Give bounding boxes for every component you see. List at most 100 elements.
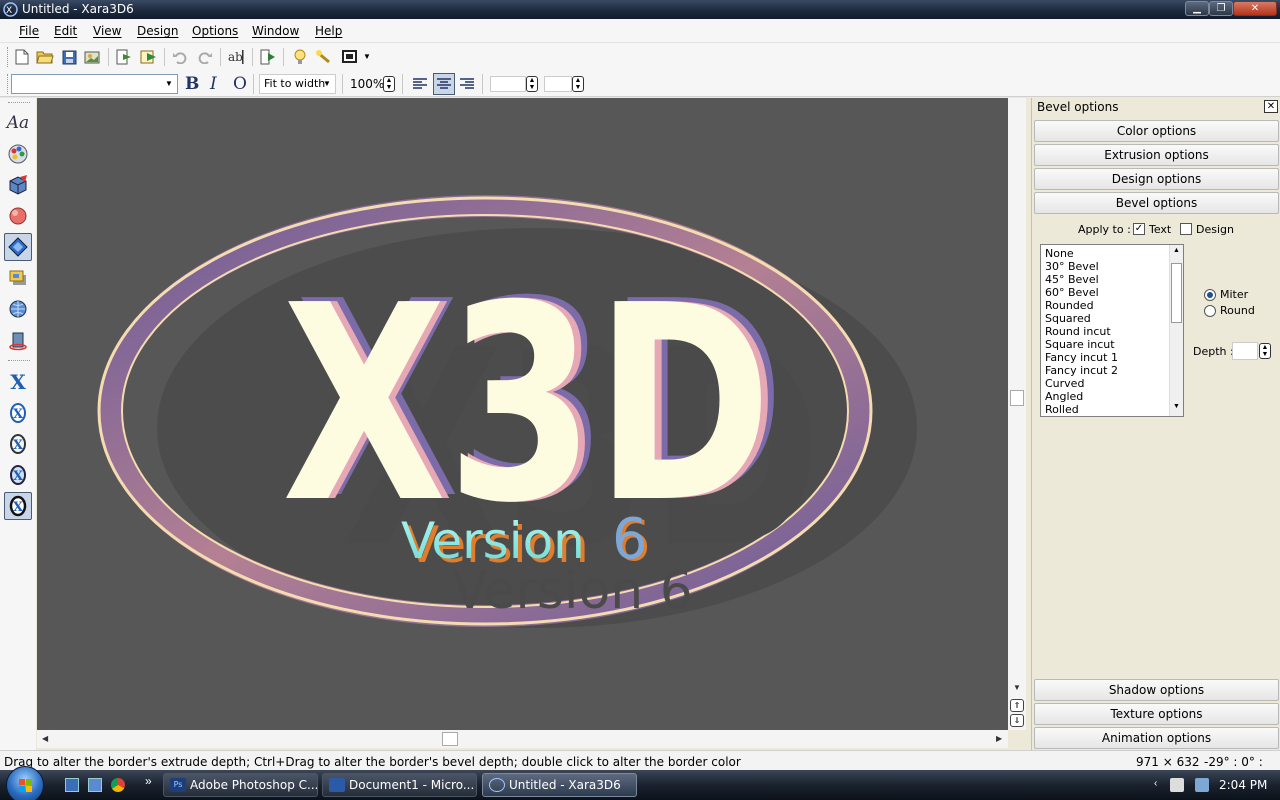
start-button[interactable] [6, 766, 44, 800]
scroll-right-arrow[interactable]: ▶ [996, 734, 1002, 743]
bevel-type-item[interactable]: Round incut [1045, 325, 1111, 338]
border-style-circle-x-icon[interactable]: X [4, 399, 32, 427]
bevel-list-scroll-thumb[interactable] [1171, 263, 1182, 323]
switch-windows-icon[interactable] [88, 778, 102, 792]
texture-sphere-icon[interactable] [4, 295, 32, 323]
menu-design[interactable]: Design [137, 24, 178, 38]
save-icon[interactable] [59, 47, 79, 67]
export-web-icon[interactable] [139, 47, 159, 67]
bevel-type-item[interactable]: 60° Bevel [1045, 286, 1099, 299]
color-options-button[interactable]: Color options [1034, 120, 1279, 142]
bevel-options-button[interactable]: Bevel options [1034, 192, 1279, 214]
bevel-type-item[interactable]: None [1045, 247, 1074, 260]
show-desktop-icon[interactable] [65, 778, 79, 792]
text-options-icon[interactable]: Aa [4, 109, 32, 137]
bevel-type-item[interactable]: 45° Bevel [1045, 273, 1099, 286]
shadow-options-icon[interactable] [4, 264, 32, 292]
scroll-down-arrow[interactable]: ▼ [1013, 683, 1021, 692]
italic-button[interactable]: I [210, 74, 217, 94]
frame-icon[interactable] [340, 47, 360, 67]
zoom-spinner[interactable]: ▲ ▼ [383, 76, 395, 92]
canvas-3d-view[interactable]: X3D X3D X3D X3D Version 6 Version Versio… [37, 98, 1008, 730]
depth-input[interactable] [1232, 342, 1258, 360]
page-up-icon[interactable]: ⇑ [1010, 699, 1024, 712]
taskbar-overflow[interactable]: » [145, 774, 152, 788]
extrusion-options-button[interactable]: Extrusion options [1034, 144, 1279, 166]
bevel-list-scrollbar[interactable]: ▲ ▼ [1169, 245, 1183, 416]
undo-icon[interactable] [170, 47, 190, 67]
align-center-icon[interactable] [433, 73, 455, 95]
line-spacing-spinner[interactable]: ▲ ▼ [572, 76, 584, 92]
design-options-button[interactable]: Design options [1034, 168, 1279, 190]
bevel-type-list[interactable]: None 30° Bevel 45° Bevel 60° Bevel Round… [1040, 244, 1184, 417]
zoom-percent[interactable]: 100% [350, 77, 384, 91]
network-icon[interactable] [1195, 778, 1209, 792]
open-folder-icon[interactable] [35, 47, 55, 67]
outline-button[interactable]: O [233, 74, 247, 94]
panel-close-icon[interactable]: ✕ [1264, 100, 1278, 113]
character-spacing-input[interactable] [490, 76, 526, 92]
page-down-icon[interactable]: ⇓ [1010, 714, 1024, 727]
maximize-button[interactable]: ❐ [1209, 1, 1233, 16]
animation-options-icon[interactable] [4, 326, 32, 354]
bevel-options-icon[interactable] [4, 233, 32, 261]
vertical-scrollbar[interactable]: ▼ ⇑ ⇓ [1008, 98, 1026, 730]
font-select[interactable]: ▼ [11, 74, 178, 94]
tray-app-icon[interactable] [1170, 778, 1184, 792]
animation-options-button[interactable]: Animation options [1034, 727, 1279, 749]
menu-edit[interactable]: Edit [54, 24, 77, 38]
new-document-icon[interactable] [12, 47, 32, 67]
bevel-type-item[interactable]: Rolled [1045, 403, 1079, 416]
apply-design-checkbox[interactable] [1180, 223, 1192, 235]
horizontal-scroll-thumb[interactable] [442, 732, 458, 746]
color-palette-icon[interactable] [4, 140, 32, 168]
bevel-type-item[interactable]: Squared [1045, 312, 1091, 325]
texture-options-button[interactable]: Texture options [1034, 703, 1279, 725]
scroll-left-arrow[interactable]: ◀ [42, 734, 48, 743]
align-right-icon[interactable] [457, 74, 477, 94]
close-button[interactable]: ✕ [1233, 1, 1277, 16]
bevel-type-item[interactable]: Rounded [1045, 299, 1094, 312]
border-style-ring-x-icon[interactable]: X [4, 430, 32, 458]
export-image-icon[interactable] [83, 47, 103, 67]
miter-radio[interactable] [1204, 289, 1216, 301]
export-animation-icon[interactable] [114, 47, 134, 67]
tray-expand-icon[interactable]: ‹ [1154, 778, 1157, 789]
horizontal-scrollbar[interactable]: ◀ ▶ [37, 730, 1008, 748]
character-spacing-spinner[interactable]: ▲ ▼ [526, 76, 538, 92]
extrusion-cube-icon[interactable] [4, 171, 32, 199]
minimize-button[interactable]: ▁ [1185, 1, 1209, 16]
line-spacing-input[interactable] [544, 76, 572, 92]
vertical-scroll-thumb[interactable] [1010, 390, 1024, 406]
bevel-type-item[interactable]: Fancy incut 2 [1045, 364, 1118, 377]
task-photoshop[interactable]: Ps Adobe Photoshop C... [163, 773, 318, 797]
align-left-icon[interactable] [410, 74, 430, 94]
task-word[interactable]: Document1 - Micro... [322, 773, 477, 797]
chrome-icon[interactable] [111, 778, 125, 792]
bevel-type-item[interactable]: Angled [1045, 390, 1083, 403]
bevel-type-item[interactable]: 30° Bevel [1045, 260, 1099, 273]
border-style-selected-icon[interactable]: X [4, 492, 32, 520]
bold-button[interactable]: B [185, 74, 199, 94]
menu-window[interactable]: Window [252, 24, 299, 38]
bevel-type-item[interactable]: Curved [1045, 377, 1084, 390]
depth-spinner[interactable]: ▲ ▼ [1259, 343, 1271, 359]
menu-file[interactable]: File [19, 24, 39, 38]
border-style-x-icon[interactable]: X [4, 368, 32, 396]
frame-dropdown-arrow[interactable]: ▼ [363, 52, 371, 61]
round-radio[interactable] [1204, 305, 1216, 317]
apply-text-checkbox[interactable]: ✓ [1133, 223, 1145, 235]
redo-icon[interactable] [195, 47, 215, 67]
play-animation-icon[interactable] [258, 47, 278, 67]
shadow-options-button[interactable]: Shadow options [1034, 679, 1279, 701]
menu-options[interactable]: Options [192, 24, 238, 38]
menu-view[interactable]: View [93, 24, 121, 38]
task-xara3d[interactable]: Untitled - Xara3D6 [482, 773, 637, 797]
zoom-mode-select[interactable]: Fit to width ▼ [259, 74, 336, 94]
lights-direction-icon[interactable] [314, 47, 334, 67]
border-style-dark-ring-icon[interactable]: X [4, 461, 32, 489]
edit-text-icon[interactable]: ab [227, 47, 247, 67]
bevel-type-item[interactable]: Fancy incut 1 [1045, 351, 1118, 364]
menu-help[interactable]: Help [315, 24, 342, 38]
design-sphere-icon[interactable] [4, 202, 32, 230]
